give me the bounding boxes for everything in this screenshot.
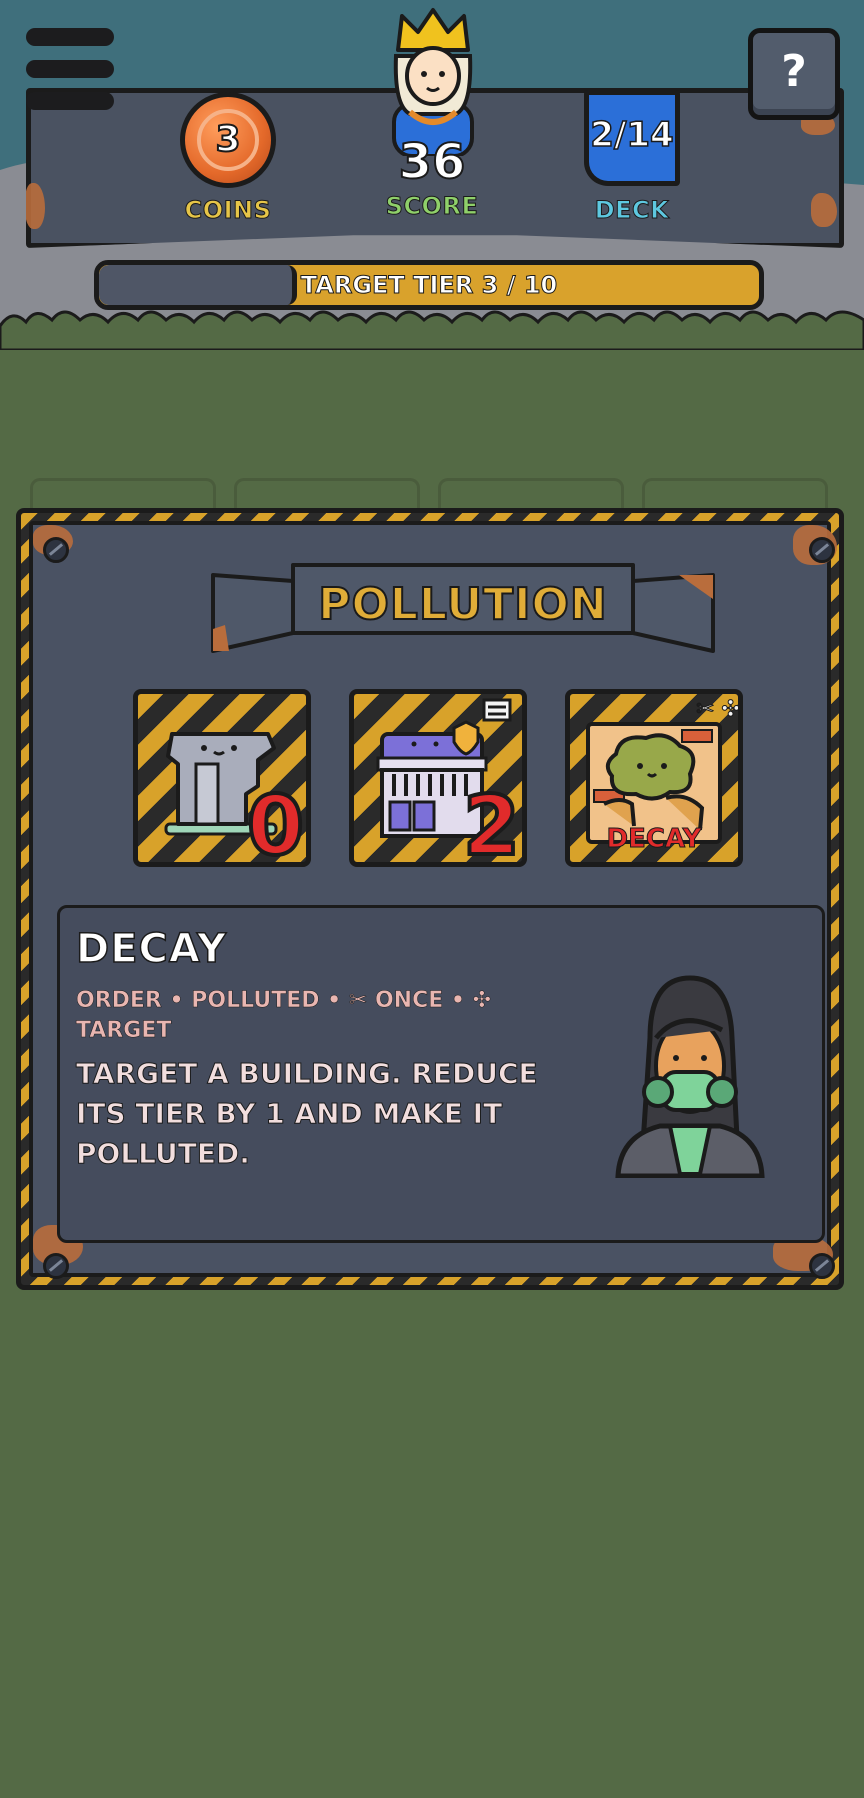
decay-tile[interactable]: ✂ ✣ DECAY bbox=[565, 689, 743, 867]
score-label: SCORE bbox=[385, 192, 479, 221]
screw-icon bbox=[809, 1253, 835, 1279]
gas-mask-character-icon bbox=[615, 975, 765, 1178]
card-description: TARGET A BUILDING. REDUCE ITS TIER BY 1 … bbox=[76, 1057, 539, 1171]
screw-icon bbox=[43, 1253, 69, 1279]
deck-label: DECK bbox=[594, 196, 670, 225]
card-detail-modal: POLLUTION 0 2 ✂ ✣ DECAY DECAY ORDER • PO… bbox=[16, 508, 844, 1290]
screw-icon bbox=[809, 537, 835, 563]
ruined-pillar-tile[interactable]: 0 bbox=[133, 689, 311, 867]
target-tier-label: TARGET TIER 3 / 10 bbox=[300, 271, 558, 300]
deck-value: 2/14 bbox=[590, 114, 675, 156]
modal-title: POLLUTION bbox=[317, 578, 608, 631]
tile-label: DECAY bbox=[606, 824, 702, 855]
menu-button[interactable] bbox=[26, 24, 116, 116]
modal-panel: POLLUTION 0 2 ✂ ✣ DECAY DECAY ORDER • PO… bbox=[29, 521, 837, 1279]
card-tags: ORDER • POLLUTED • ✂ ONCE • ✣ TARGET bbox=[76, 988, 492, 1044]
card-name: DECAY bbox=[75, 925, 227, 973]
tile-value: 2 bbox=[461, 779, 522, 867]
police-station-tile[interactable]: 2 bbox=[349, 689, 527, 867]
coins-value: 3 bbox=[214, 118, 241, 161]
target-tier-progress[interactable]: TARGET TIER 3 / 10 bbox=[94, 260, 764, 310]
card-info-panel: DECAY ORDER • POLLUTED • ✂ ONCE • ✣ TARG… bbox=[57, 905, 825, 1243]
deck-card-icon[interactable]: 2/14 bbox=[584, 90, 680, 186]
tile-badge: ✂ ✣ bbox=[696, 697, 738, 722]
coins-label: COINS bbox=[184, 196, 272, 225]
screw-icon bbox=[43, 537, 69, 563]
score-value: 36 bbox=[398, 133, 467, 191]
help-button[interactable]: ? bbox=[748, 28, 840, 120]
tile-value: 0 bbox=[245, 779, 306, 867]
coin-icon: 3 bbox=[180, 92, 276, 188]
